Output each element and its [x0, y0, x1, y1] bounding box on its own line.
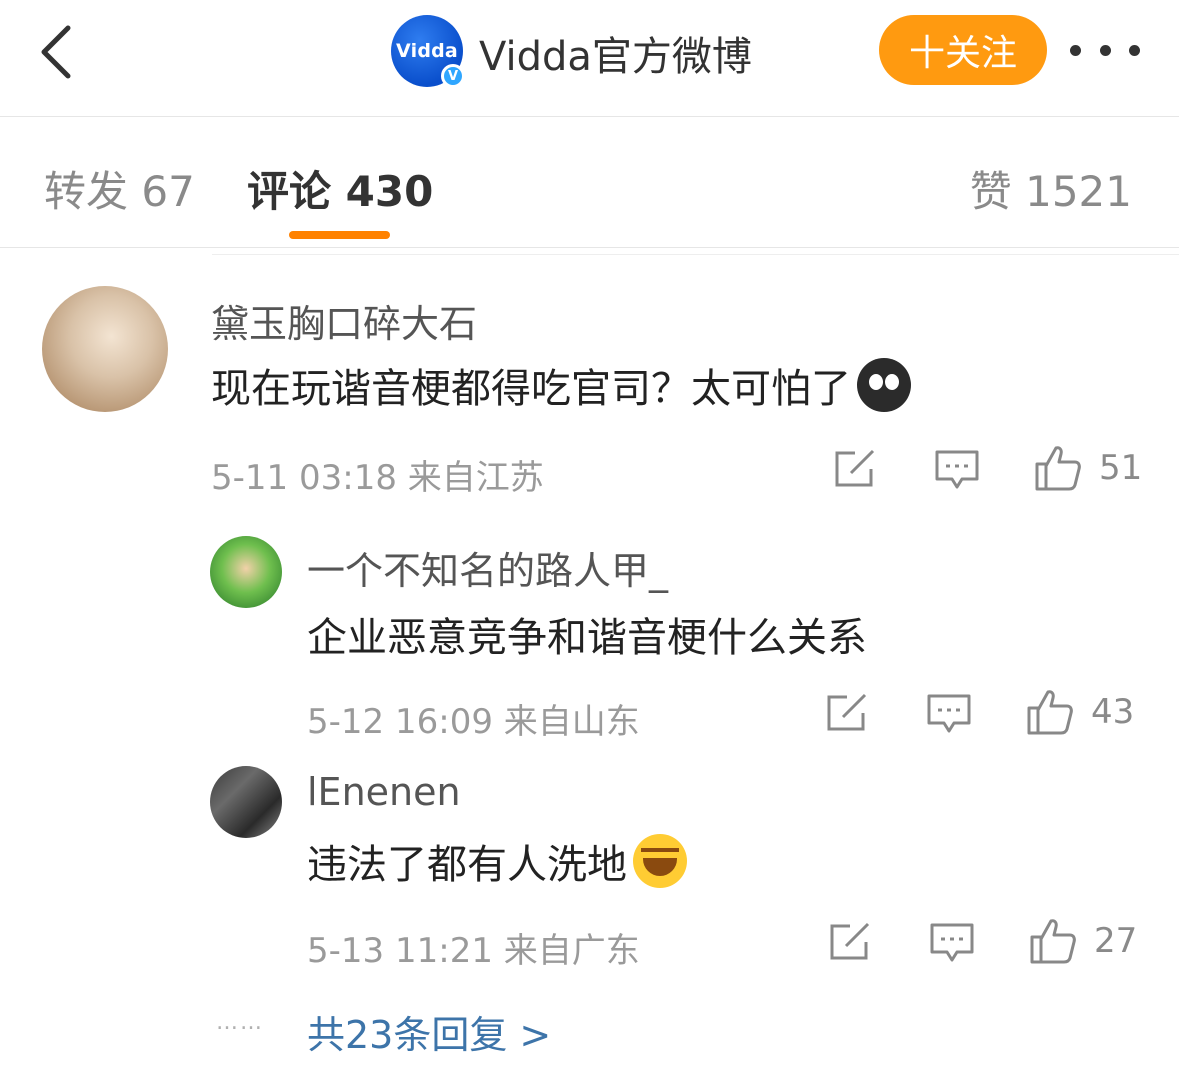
repost-comment-button[interactable] — [833, 449, 877, 493]
comment-text: 现在玩谐音梗都得吃官司？太可怕了 — [211, 356, 911, 414]
tab-comments[interactable]: 评论 430 — [247, 158, 433, 219]
thread-divider — [212, 254, 1179, 255]
share-edit-icon — [835, 449, 875, 487]
account-name[interactable]: Vidda官方微博 — [479, 24, 752, 82]
like-count: 51 — [1099, 448, 1143, 488]
thumbs-up-icon — [1030, 919, 1076, 964]
commenter-name[interactable]: 黛玉胸口碎大石 — [211, 293, 477, 348]
comment-bubble-icon — [935, 450, 979, 489]
back-arrow-icon — [41, 25, 71, 79]
more-options-button[interactable] — [1070, 38, 1140, 62]
like-count: 43 — [1091, 692, 1135, 732]
replier-name[interactable]: 一个不知名的路人甲_ — [307, 540, 668, 595]
comment-meta: 5-11 03:18 来自江苏 — [211, 458, 544, 498]
laughing-tears-emoji-icon — [633, 834, 687, 888]
like-button[interactable]: 27 — [1028, 917, 1137, 965]
active-tab-indicator — [289, 231, 390, 239]
follow-button[interactable]: 十关注 — [879, 15, 1047, 85]
more-dot-icon — [1129, 44, 1140, 56]
comment-bubble-icon — [930, 923, 974, 962]
more-replies-dots: …… — [216, 1010, 264, 1035]
more-dot-icon — [1070, 44, 1081, 56]
repost-reply-button[interactable] — [825, 693, 869, 737]
replier-avatar[interactable] — [210, 536, 282, 608]
like-button[interactable]: 43 — [1025, 688, 1134, 736]
share-edit-icon — [827, 693, 867, 731]
share-edit-icon — [830, 922, 870, 960]
reply-meta: 5-13 11:21 来自广东 — [307, 931, 640, 971]
replier-avatar[interactable] — [210, 766, 282, 838]
verified-badge-icon: V — [441, 64, 465, 88]
tab-likes[interactable]: 赞 1521 — [970, 158, 1132, 219]
reply-meta: 5-12 16:09 来自山东 — [307, 702, 640, 742]
thumbs-up-icon — [1035, 446, 1081, 491]
replier-name[interactable]: lEnenen — [307, 770, 461, 814]
reply-button[interactable] — [934, 449, 980, 495]
back-button[interactable] — [36, 24, 76, 80]
thumbs-up-icon — [1027, 690, 1073, 735]
tabs-divider — [0, 247, 1179, 248]
like-button[interactable]: 51 — [1033, 444, 1142, 492]
repost-reply-button[interactable] — [828, 922, 872, 966]
avatar-logo-text: Vidda — [396, 40, 458, 62]
reply-button[interactable] — [926, 693, 972, 739]
reply-button[interactable] — [929, 922, 975, 968]
like-count: 27 — [1094, 921, 1138, 961]
reply-text: 企业恶意竞争和谐音梗什么关系 — [307, 615, 867, 661]
tab-repost[interactable]: 转发 67 — [44, 158, 195, 219]
scared-emoji-icon — [857, 358, 911, 412]
commenter-avatar[interactable] — [42, 286, 168, 412]
reply-text: 违法了都有人洗地 — [307, 832, 687, 890]
view-more-replies-link[interactable]: 共23条回复 > — [307, 1004, 551, 1059]
comment-bubble-icon — [927, 694, 971, 733]
more-dot-icon — [1099, 44, 1111, 56]
